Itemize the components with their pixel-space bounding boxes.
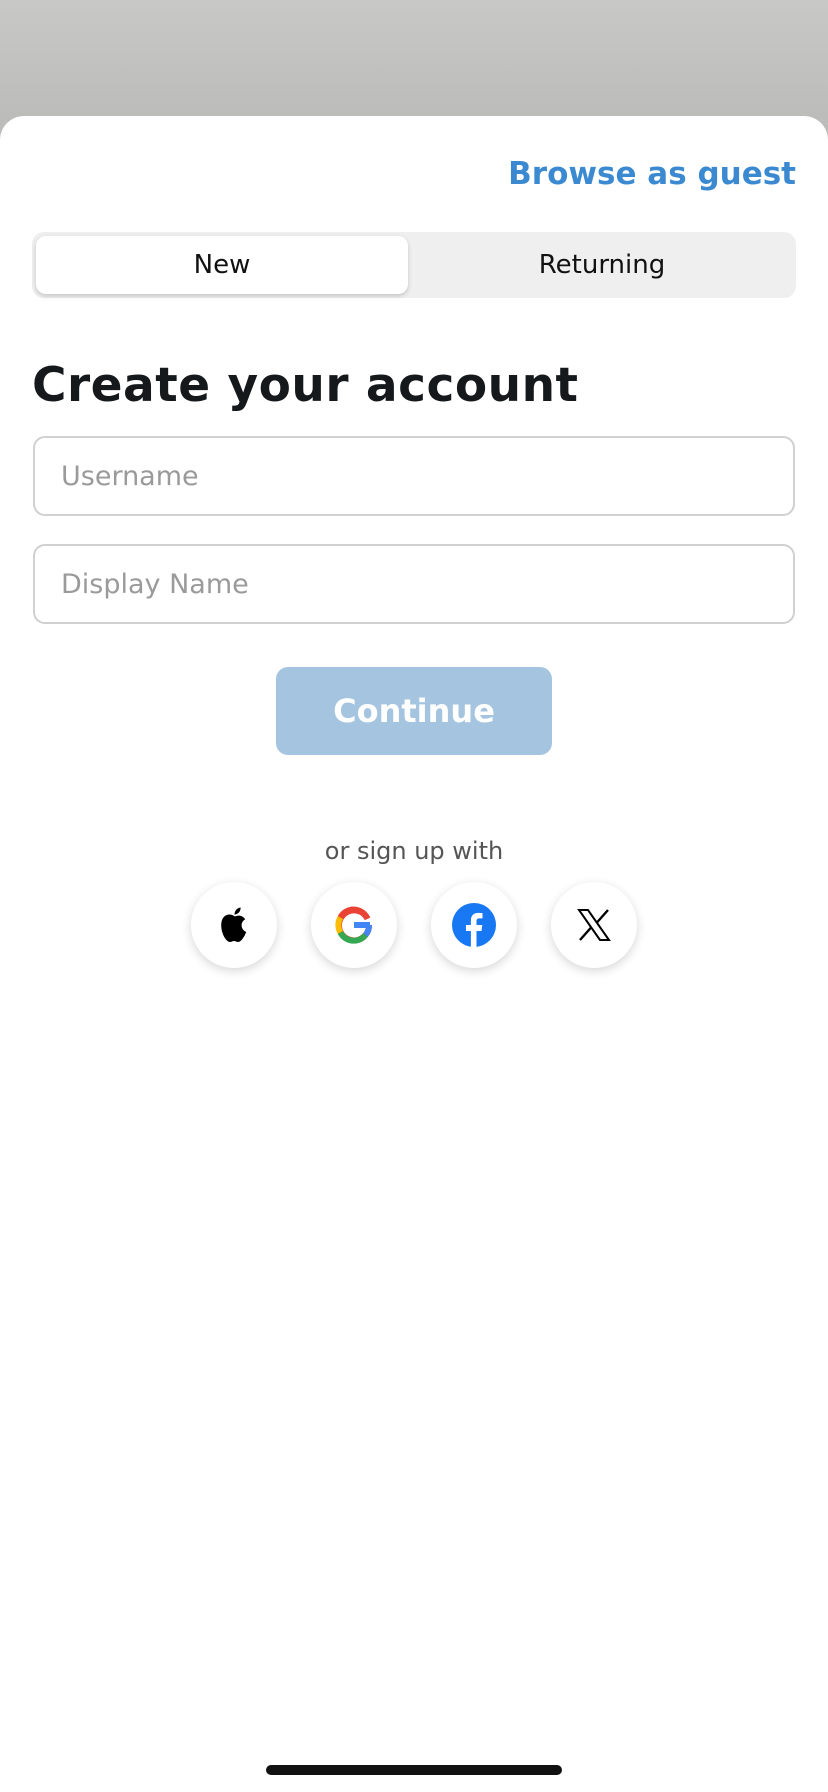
page-title: Create your account: [32, 358, 579, 413]
google-icon: [334, 905, 374, 945]
facebook-signup-button[interactable]: [431, 882, 517, 968]
x-signup-button[interactable]: [551, 882, 637, 968]
apple-signup-button[interactable]: [191, 882, 277, 968]
display-name-field: [33, 544, 795, 624]
social-signup-prompt: or sign up with: [324, 837, 504, 865]
tab-new[interactable]: New: [36, 236, 408, 294]
apple-icon: [218, 906, 250, 944]
facebook-icon: [452, 903, 496, 947]
display-name-input[interactable]: [35, 546, 793, 622]
account-type-segmented-control: New Returning: [32, 232, 796, 298]
browse-as-guest-link[interactable]: Browse as guest: [508, 154, 796, 194]
username-field: [33, 436, 795, 516]
username-input[interactable]: [35, 438, 793, 514]
home-indicator: [266, 1765, 562, 1775]
tab-returning[interactable]: Returning: [412, 236, 792, 294]
continue-button[interactable]: Continue: [276, 667, 552, 755]
google-signup-button[interactable]: [311, 882, 397, 968]
x-icon: [577, 908, 611, 942]
